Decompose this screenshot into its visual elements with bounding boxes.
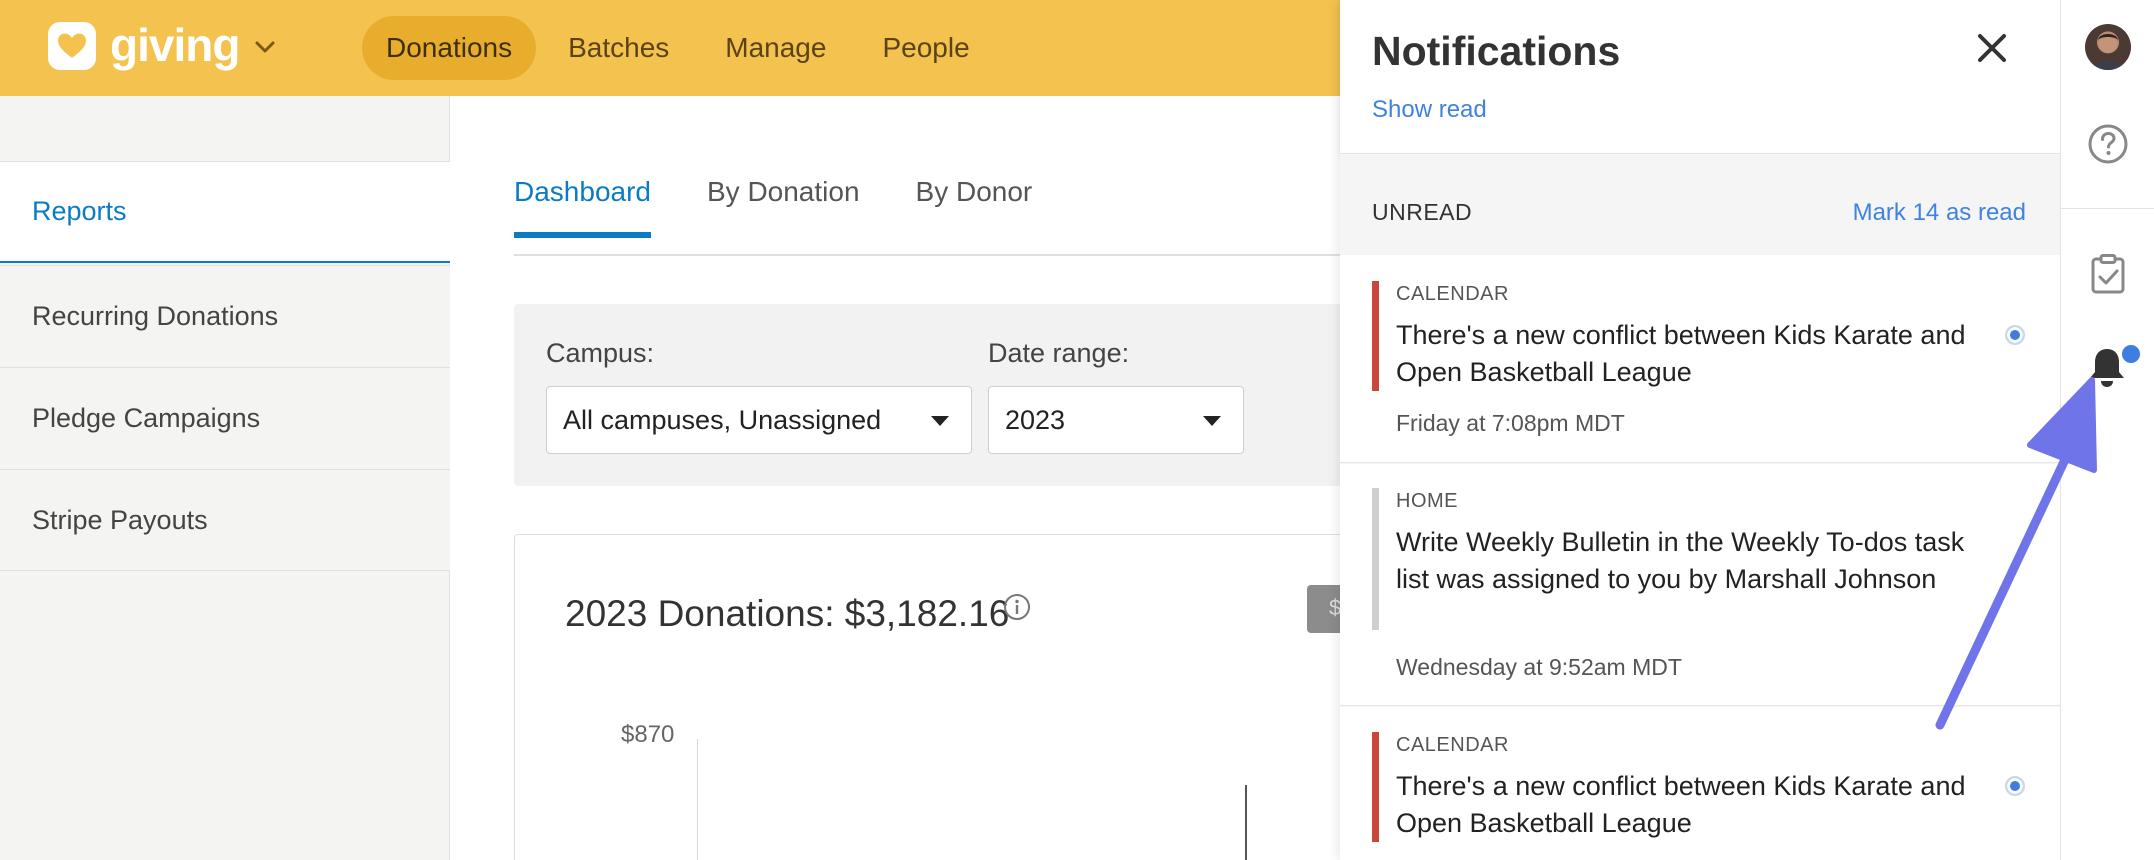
y-axis-tick: $870 [621,721,675,748]
notification-item[interactable]: HOME Write Weekly Bulletin in the Weekly… [1340,464,2060,706]
campus-select[interactable]: All campuses, Unassigned [546,386,972,454]
donations-title: 2023 Donations: $3,182.16 [565,593,1010,634]
clipboard-check-icon[interactable] [2091,254,2125,299]
notifications-title: Notifications [1372,28,1621,74]
caret-down-icon [931,416,949,426]
tab-dashboard[interactable]: Dashboard [514,176,651,238]
sidebar-item-reports[interactable]: Reports [0,161,450,263]
notifications-panel: Notifications Show read UNREAD Mark 14 a… [1340,0,2060,860]
notification-time: Friday at 7:08pm MDT [1396,410,1625,436]
show-read-link[interactable]: Show read [1372,96,1487,124]
close-icon[interactable] [1974,30,2010,71]
right-rail [2060,0,2154,860]
tab-by-donation[interactable]: By Donation [707,176,860,238]
notification-item[interactable]: CALENDAR There's a new conflict between … [1340,707,2060,860]
tab-by-donor[interactable]: By Donor [916,176,1033,238]
mark-all-read-link[interactable]: Mark 14 as read [1853,199,2026,227]
campus-label: Campus: [546,338,655,368]
sidebar-item-recurring-donations[interactable]: Recurring Donations [0,265,450,367]
campus-select-value: All campuses, Unassigned [563,404,882,435]
category-bar [1372,488,1379,630]
notification-time: Wednesday at 9:52am MDT [1396,654,1682,680]
nav-batches[interactable]: Batches [544,16,693,80]
date-range-label: Date range: [988,338,1130,368]
unread-dot[interactable] [2005,776,2025,796]
top-bar: giving Donations Batches Manage People [0,0,1340,96]
main-nav: Donations Batches Manage People [362,16,994,80]
category-bar [1372,281,1379,391]
heart-icon[interactable] [48,22,96,70]
chevron-down-icon[interactable] [252,34,278,65]
date-range-value: 2023 [1005,404,1066,435]
notifications-list: UNREAD Mark 14 as read CALENDAR There's … [1340,155,2060,860]
notifications-header: Notifications Show read [1340,0,2060,154]
chart-marker-line [1245,785,1247,860]
notification-category: CALENDAR [1396,283,1509,305]
caret-down-icon [1203,416,1221,426]
avatar[interactable] [2085,24,2131,70]
donations-card: 2023 Donations: $3,182.16 $ $870 [514,534,1347,860]
unread-section-label: UNREAD [1372,199,1473,225]
date-range-select[interactable]: 2023 [988,386,1244,454]
nav-donations[interactable]: Donations [362,16,537,80]
tab-divider [514,254,1344,256]
notification-category: CALENDAR [1396,734,1509,756]
filters-panel: Campus: All campuses, Unassigned Date ra… [514,304,1344,486]
sidebar: Reports Recurring Donations Pledge Campa… [0,96,450,860]
category-bar [1372,732,1379,842]
rail-divider [2061,208,2154,209]
notification-text: There's a new conflict between Kids Kara… [1396,771,1966,838]
app-name[interactable]: giving [110,18,240,72]
nav-manage[interactable]: Manage [701,16,850,80]
y-axis-line [697,739,698,860]
notification-text: There's a new conflict between Kids Kara… [1396,320,1966,387]
sidebar-item-stripe-payouts[interactable]: Stripe Payouts [0,469,450,571]
help-icon[interactable] [2088,124,2128,169]
sidebar-item-pledge-campaigns[interactable]: Pledge Campaigns [0,367,450,469]
unread-dot[interactable] [2005,325,2025,345]
info-icon[interactable] [1003,593,1031,626]
notification-text: Write Weekly Bulletin in the Weekly To-d… [1396,527,1965,594]
notification-item[interactable]: CALENDAR There's a new conflict between … [1340,255,2060,463]
nav-people[interactable]: People [858,16,993,80]
notification-badge [2119,342,2143,366]
notification-category: HOME [1396,490,1458,512]
report-tabs: Dashboard By Donation By Donor [514,176,1088,238]
